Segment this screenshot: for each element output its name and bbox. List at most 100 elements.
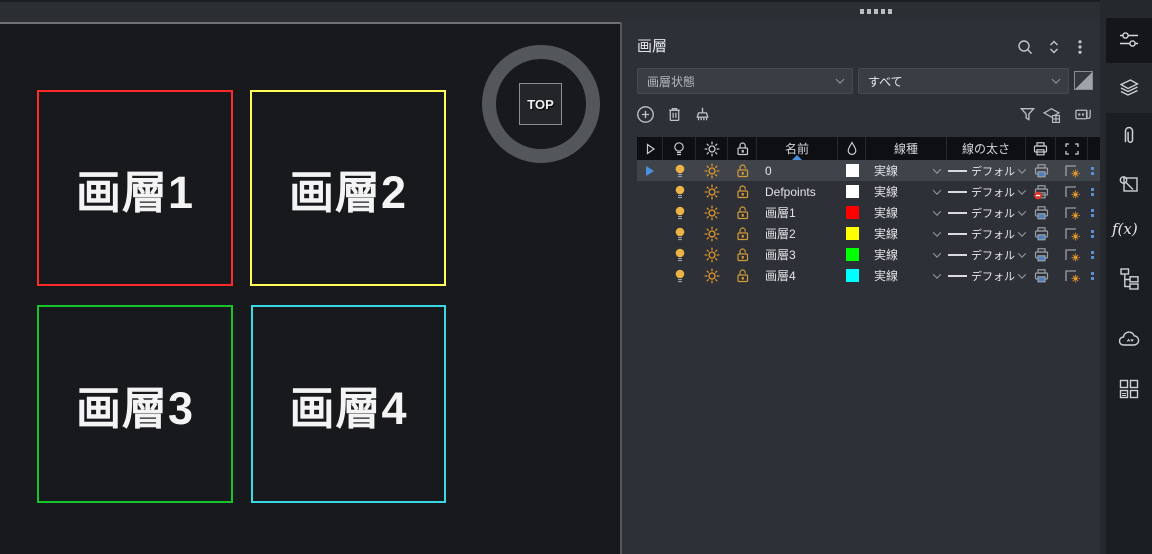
current-column-header-icon[interactable] — [637, 137, 663, 160]
layer-color-swatch[interactable] — [838, 181, 866, 202]
paperclip-icon[interactable] — [1117, 123, 1141, 147]
layer-state-dropdown[interactable]: 画層状態 — [637, 68, 853, 94]
layer-linetype[interactable]: 実線 — [866, 223, 947, 244]
layer-lineweight[interactable]: デフォル — [947, 244, 1026, 265]
properties-sliders-icon[interactable] — [1117, 28, 1141, 52]
layer-lineweight[interactable]: デフォル — [947, 265, 1026, 286]
layer-vp-freeze-icon[interactable] — [1056, 202, 1088, 223]
viewcube-top-face[interactable]: TOP — [519, 83, 562, 125]
layer-on-bulb-icon[interactable] — [663, 223, 696, 244]
layer-state-value: 画層状態 — [647, 73, 695, 90]
layer-freeze-sun-icon[interactable] — [696, 202, 728, 223]
layer-freeze-sun-icon[interactable] — [696, 223, 728, 244]
new-layer-icon[interactable] — [636, 105, 655, 124]
layer-linetype[interactable]: 実線 — [866, 181, 947, 202]
freeze-column-sun-icon[interactable] — [696, 137, 728, 160]
layer-color-swatch[interactable] — [838, 265, 866, 286]
current-layer-indicator — [637, 265, 663, 286]
layer-linetype[interactable]: 実線 — [866, 244, 947, 265]
layer4-rectangle[interactable]: 画層4 — [251, 305, 446, 503]
layer-lineweight[interactable]: デフォル — [947, 202, 1026, 223]
layer-name[interactable]: 0 — [757, 160, 838, 181]
layer-lock-icon[interactable] — [728, 265, 757, 286]
layer-lock-icon[interactable] — [728, 223, 757, 244]
layer-color-swatch[interactable] — [838, 160, 866, 181]
panel-drag-handle[interactable] — [860, 9, 892, 14]
layer-plot-icon[interactable] — [1026, 202, 1056, 223]
layer-freeze-sun-icon[interactable] — [696, 160, 728, 181]
name-column-header[interactable]: 名前 — [757, 137, 838, 160]
search-icon[interactable] — [1016, 38, 1034, 56]
layer-linetype[interactable]: 実線 — [866, 265, 947, 286]
markup-icon[interactable] — [1117, 171, 1141, 195]
layer-freeze-sun-icon[interactable] — [696, 265, 728, 286]
layer-plot-icon[interactable] — [1026, 265, 1056, 286]
layer-lock-icon[interactable] — [728, 181, 757, 202]
lock-column-icon[interactable] — [728, 137, 757, 160]
layer-name[interactable]: 画層4 — [757, 265, 838, 286]
layer-color-swatch[interactable] — [838, 223, 866, 244]
layer-lineweight[interactable]: デフォル — [947, 223, 1026, 244]
table-row[interactable]: Defpoints 実線 デフォル — [637, 181, 1101, 202]
layer-linetype[interactable]: 実線 — [866, 160, 947, 181]
layer-vp-freeze-icon[interactable] — [1056, 160, 1088, 181]
table-row[interactable]: 画層2 実線 デフォル — [637, 223, 1101, 244]
menu-icon[interactable] — [1071, 38, 1089, 56]
on-column-bulb-icon[interactable] — [663, 137, 696, 160]
layer-vp-freeze-icon[interactable] — [1056, 181, 1088, 202]
delete-layer-icon[interactable] — [665, 105, 684, 124]
vp-freeze-column-icon[interactable] — [1056, 137, 1088, 160]
table-row[interactable]: 0 実線 デフォル — [637, 160, 1101, 181]
layer-vp-freeze-icon[interactable] — [1056, 223, 1088, 244]
layer-color-swatch[interactable] — [838, 244, 866, 265]
layer1-rectangle[interactable]: 画層1 — [37, 90, 233, 286]
table-row[interactable]: 画層4 実線 デフォル — [637, 265, 1101, 286]
layer-lineweight[interactable]: デフォル — [947, 181, 1026, 202]
color-column-droplet-icon[interactable] — [838, 137, 866, 160]
calculator-fx-icon[interactable]: f(x) — [1112, 220, 1138, 238]
layer-vp-freeze-icon[interactable] — [1056, 265, 1088, 286]
layer-on-bulb-icon[interactable] — [663, 202, 696, 223]
attach-panel-icon[interactable] — [1074, 105, 1093, 124]
layer-vp-freeze-icon[interactable] — [1056, 244, 1088, 265]
table-row[interactable]: 画層1 実線 デフォル — [637, 202, 1101, 223]
layer-lock-icon[interactable] — [728, 202, 757, 223]
layer-on-bulb-icon[interactable] — [663, 244, 696, 265]
layer-plot-icon[interactable] — [1026, 244, 1056, 265]
cloud-sync-icon[interactable] — [1117, 328, 1141, 352]
plot-column-printer-icon[interactable] — [1026, 137, 1056, 160]
layer-name[interactable]: 画層3 — [757, 244, 838, 265]
layer-linetype[interactable]: 実線 — [866, 202, 947, 223]
layer-name[interactable]: Defpoints — [757, 181, 838, 202]
layer-freeze-sun-icon[interactable] — [696, 244, 728, 265]
layer-on-bulb-icon[interactable] — [663, 181, 696, 202]
layer-lock-icon[interactable] — [728, 160, 757, 181]
layer-freeze-sun-icon[interactable] — [696, 181, 728, 202]
layer3-rectangle[interactable]: 画層3 — [37, 305, 233, 503]
layer-table-header[interactable]: 名前 線種 線の太さ — [637, 137, 1101, 160]
layer2-rectangle[interactable]: 画層2 — [250, 90, 446, 286]
layer-name[interactable]: 画層1 — [757, 202, 838, 223]
layer-name[interactable]: 画層2 — [757, 223, 838, 244]
layer-settings-icon[interactable] — [1042, 105, 1061, 124]
filter-funnel-icon[interactable] — [1018, 105, 1037, 124]
collapse-icon[interactable] — [1045, 38, 1063, 56]
lineweight-column-header[interactable]: 線の太さ — [947, 137, 1026, 160]
isolate-toggle-icon[interactable] — [1074, 71, 1093, 90]
layer-lineweight[interactable]: デフォル — [947, 160, 1026, 181]
drawing-canvas[interactable]: 画層1 画層2 画層3 画層4 TOP — [0, 22, 620, 554]
blocks-grid-icon[interactable] — [1117, 377, 1141, 401]
layer-lock-icon[interactable] — [728, 244, 757, 265]
linetype-column-header[interactable]: 線種 — [866, 137, 947, 160]
layer-color-swatch[interactable] — [838, 202, 866, 223]
table-row[interactable]: 画層3 実線 デフォル — [637, 244, 1101, 265]
layer-no-plot-icon[interactable] — [1026, 181, 1056, 202]
set-current-layer-icon[interactable] — [693, 105, 712, 124]
layer-plot-icon[interactable] — [1026, 223, 1056, 244]
layer-filter-dropdown[interactable]: すべて — [858, 68, 1069, 94]
layer-plot-icon[interactable] — [1026, 160, 1056, 181]
layers-icon[interactable] — [1117, 75, 1141, 99]
sheet-set-icon[interactable] — [1117, 266, 1141, 290]
layer-on-bulb-icon[interactable] — [663, 160, 696, 181]
layer-on-bulb-icon[interactable] — [663, 265, 696, 286]
